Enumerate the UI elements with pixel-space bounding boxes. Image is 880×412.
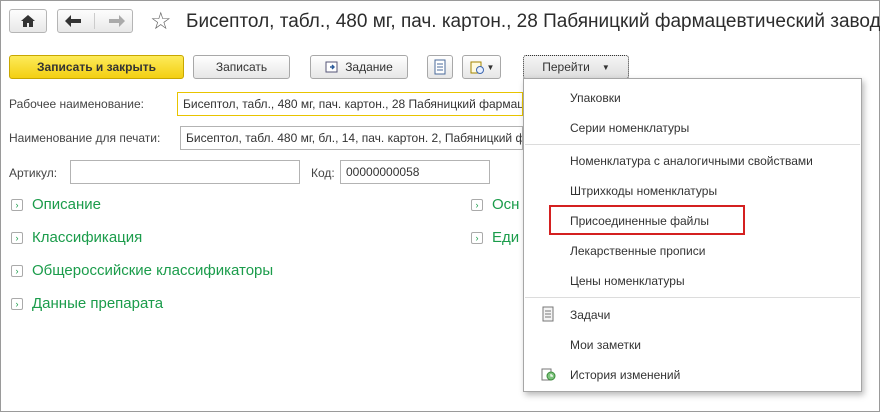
menu-item-series[interactable]: Серии номенклатуры xyxy=(570,121,689,135)
goto-button[interactable]: Перейти ▼ xyxy=(523,55,629,79)
article-label: Артикул: xyxy=(9,166,58,180)
goto-dropdown-icon: ▼ xyxy=(601,62,610,72)
list-icon xyxy=(434,59,446,75)
group-description[interactable]: › Описание xyxy=(11,196,101,213)
expand-icon: › xyxy=(471,198,483,211)
menu-item-history[interactable]: История изменений xyxy=(570,368,680,382)
save-close-button[interactable]: Записать и закрыть xyxy=(9,55,184,79)
history-icon xyxy=(541,368,556,381)
expand-icon: › xyxy=(471,231,483,244)
group-classification[interactable]: › Классификация xyxy=(11,229,142,246)
task-button[interactable]: Задание xyxy=(310,55,408,79)
menu-item-similar[interactable]: Номенклатура с аналогичными свойствами xyxy=(570,154,813,168)
forward-arrow-icon xyxy=(108,15,125,27)
group-units[interactable]: › Еди xyxy=(471,229,519,246)
tasks-icon xyxy=(542,306,554,322)
page-title: Бисептол, табл., 480 мг, пач. картон., 2… xyxy=(186,11,880,32)
goto-menu: Упаковки Серии номенклатуры Номенклатура… xyxy=(523,78,862,392)
menu-item-packages[interactable]: Упаковки xyxy=(570,91,621,105)
group-main[interactable]: › Осн xyxy=(471,196,519,213)
article-field[interactable] xyxy=(70,160,300,184)
menu-item-notes[interactable]: Мои заметки xyxy=(570,338,641,352)
print-name-label: Наименование для печати: xyxy=(9,131,161,145)
code-label: Код: xyxy=(311,166,335,180)
code-field[interactable]: 00000000058 xyxy=(340,160,490,184)
history-nav xyxy=(57,9,133,33)
group-label: Общероссийские классификаторы xyxy=(32,262,274,279)
print-icon xyxy=(470,61,484,74)
group-drug-data[interactable]: › Данные препарата xyxy=(11,295,163,312)
back-arrow-icon xyxy=(65,15,82,27)
print-name-field[interactable]: Бисептол, табл. 480 мг, бл., 14, пач. ка… xyxy=(180,126,523,150)
expand-icon: › xyxy=(11,297,23,310)
menu-item-barcodes[interactable]: Штрихкоды номенклатуры xyxy=(570,184,717,198)
menu-item-attached-files[interactable]: Присоединенные файлы xyxy=(570,214,709,228)
task-icon xyxy=(325,61,338,73)
group-label: Описание xyxy=(32,196,102,213)
goto-label: Перейти xyxy=(542,60,590,74)
group-okved[interactable]: › Общероссийские классификаторы xyxy=(11,262,273,279)
menu-item-prescriptions[interactable]: Лекарственные прописи xyxy=(570,244,705,258)
dropdown-icon: ▼ xyxy=(486,62,495,72)
nav-divider xyxy=(94,13,96,29)
expand-icon: › xyxy=(11,198,23,211)
menu-separator xyxy=(525,144,860,145)
star-icon[interactable]: ☆ xyxy=(150,7,172,36)
group-label: Данные препарата xyxy=(32,295,164,312)
menu-separator xyxy=(525,297,860,298)
group-label: Осн xyxy=(492,196,520,213)
print-button[interactable]: ▼ xyxy=(462,55,501,79)
expand-icon: › xyxy=(11,264,23,277)
work-name-field[interactable]: Бисептол, табл., 480 мг, пач. картон., 2… xyxy=(177,92,523,116)
work-name-label: Рабочее наименование: xyxy=(9,97,144,111)
home-icon xyxy=(21,15,35,27)
save-button[interactable]: Записать xyxy=(193,55,290,79)
task-label: Задание xyxy=(345,60,393,74)
menu-item-prices[interactable]: Цены номенклатуры xyxy=(570,274,685,288)
group-label: Классификация xyxy=(32,229,143,246)
back-button[interactable] xyxy=(64,14,82,28)
list-button[interactable] xyxy=(427,55,453,79)
home-button[interactable] xyxy=(9,9,47,33)
menu-item-tasks[interactable]: Задачи xyxy=(570,308,610,322)
forward-button[interactable] xyxy=(108,14,126,28)
group-label: Еди xyxy=(492,229,520,246)
expand-icon: › xyxy=(11,231,23,244)
